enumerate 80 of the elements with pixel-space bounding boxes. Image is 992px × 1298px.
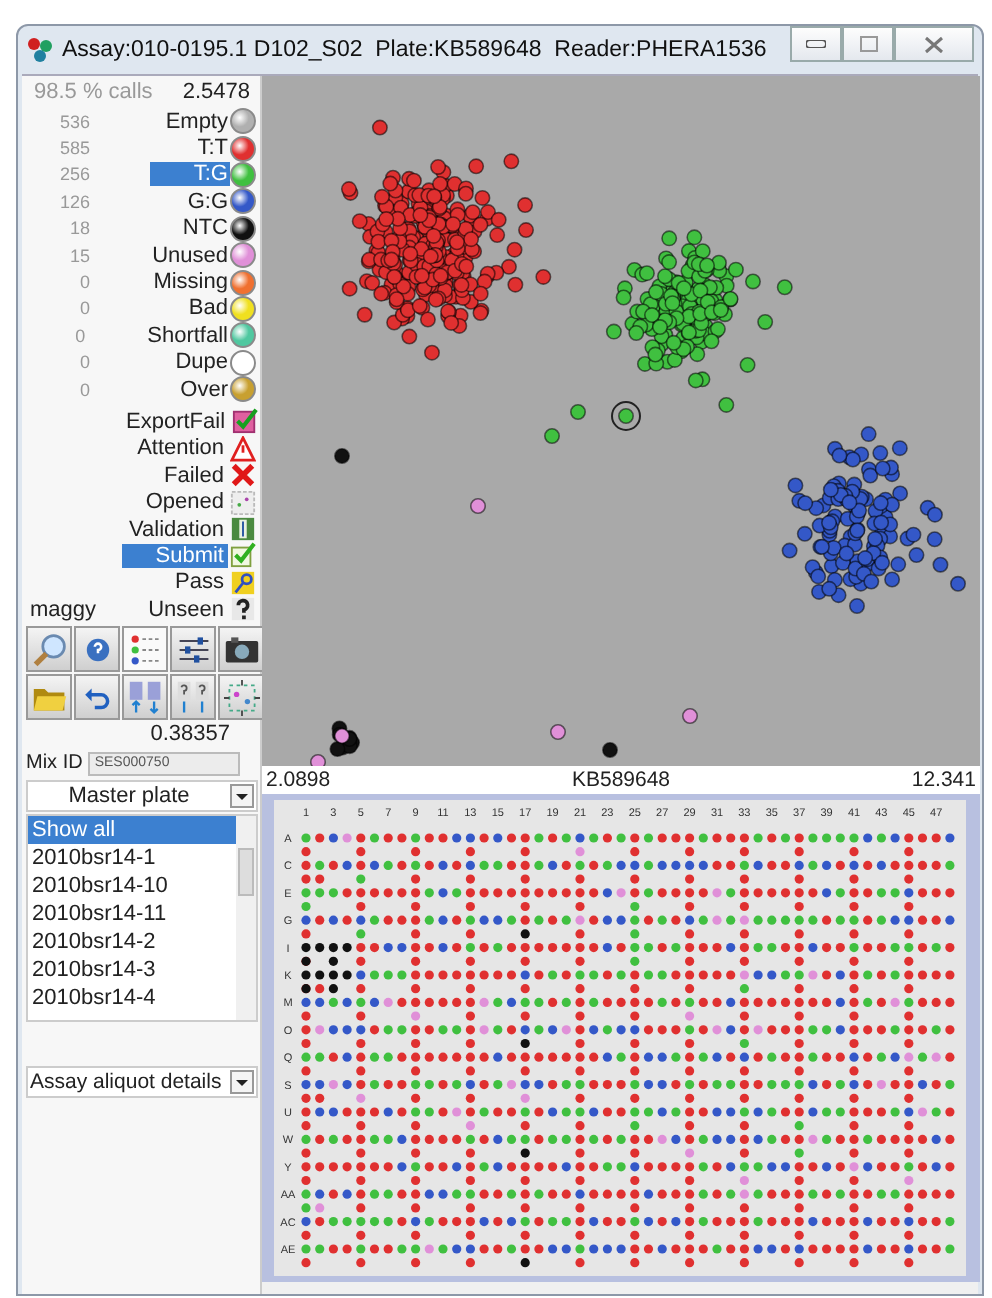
plate-name: KB589648 xyxy=(571,768,671,792)
help-icon xyxy=(81,633,113,666)
y-axis-max: 2.5478 xyxy=(182,80,250,104)
sort-unknown-button[interactable] xyxy=(170,674,216,721)
genotype-count: 0 xyxy=(77,379,90,400)
flag-item[interactable]: Failed xyxy=(122,463,228,488)
flag-item[interactable]: Unseen xyxy=(144,597,228,622)
aliquot-dropdown[interactable]: Assay aliquot details xyxy=(26,1066,258,1099)
genotype-count: 18 xyxy=(67,218,90,239)
close-icon xyxy=(924,35,944,53)
genotype-item[interactable]: Unused xyxy=(150,243,230,268)
camera-icon xyxy=(223,631,259,668)
flag-item[interactable]: Opened xyxy=(122,490,228,515)
cross-icon xyxy=(230,462,256,489)
question-sort-icon xyxy=(175,679,211,716)
x-axis-max: 12.341 xyxy=(911,768,976,792)
check-icon xyxy=(230,542,256,569)
genotype-count: 536 xyxy=(57,111,90,132)
window-title: Assay:010-0195.1 D102_S02 Plate:KB589648 Reader:PHERA1536 xyxy=(62,38,769,62)
open-button[interactable] xyxy=(26,674,72,721)
dot-layout-button[interactable] xyxy=(122,626,168,673)
genotype-count: 0 xyxy=(77,352,90,373)
sliders-icon xyxy=(175,631,211,668)
flag-item[interactable]: Pass xyxy=(122,570,228,595)
camera-button[interactable] xyxy=(218,626,264,673)
scrollbar-thumb[interactable] xyxy=(238,848,254,897)
undo-button[interactable] xyxy=(74,674,120,721)
genotype-item[interactable]: Dupe xyxy=(150,350,230,375)
plate-dropdown[interactable]: Master plate xyxy=(26,780,258,813)
genotype-count: 585 xyxy=(57,138,90,159)
genotype-item[interactable]: T:G xyxy=(150,162,230,187)
select-button[interactable] xyxy=(218,674,264,721)
plate-list-item[interactable]: 2010bsr14-11 xyxy=(28,900,236,929)
x-axis-min: 2.0898 xyxy=(266,768,331,792)
genotype-item[interactable]: T:T xyxy=(150,136,230,161)
plate-list-item[interactable]: 2010bsr14-2 xyxy=(28,928,236,957)
selection-icon xyxy=(223,679,259,716)
flag-item[interactable]: Validation xyxy=(122,517,228,542)
flag-item[interactable]: Submit xyxy=(122,543,228,568)
y-axis-min: 0.38357 xyxy=(148,722,232,751)
genotype-item[interactable]: NTC xyxy=(150,216,230,241)
genotype-item[interactable]: Empty xyxy=(150,109,230,134)
app-icon xyxy=(26,36,54,64)
help-button[interactable] xyxy=(74,626,120,673)
colored-dots-icon xyxy=(127,631,163,668)
plate-list-item[interactable]: Show all xyxy=(28,816,236,845)
close-button[interactable] xyxy=(894,26,974,62)
genotype-item[interactable]: Bad xyxy=(150,296,230,321)
genotype-count: 256 xyxy=(57,164,90,185)
scrollbar[interactable] xyxy=(236,816,256,1021)
genotype-item[interactable]: Shortfall xyxy=(145,323,230,348)
genotype-count: 0 xyxy=(77,272,90,293)
magnifier-icon xyxy=(31,631,67,668)
minimize-icon xyxy=(806,40,826,48)
zoom-button[interactable] xyxy=(26,626,72,673)
maximize-icon xyxy=(859,36,877,52)
mix-id-label: Mix ID xyxy=(26,752,83,775)
plate-list-item[interactable]: 2010bsr14-10 xyxy=(28,872,236,901)
plate-list-item[interactable]: 2010bsr14-1 xyxy=(28,844,236,873)
calls-percentage: 98.5 % calls xyxy=(34,80,153,104)
genotype-item[interactable]: Missing xyxy=(150,270,230,295)
user-name: maggy xyxy=(28,597,97,622)
genotype-count: 0 xyxy=(73,325,86,346)
flag-item[interactable]: ExportFail xyxy=(122,409,230,434)
genotype-item[interactable]: Over xyxy=(150,377,230,402)
sort-button[interactable] xyxy=(122,674,168,721)
plate-list-item[interactable]: 2010bsr14-4 xyxy=(28,984,236,1013)
dotted-box-icon xyxy=(230,489,256,516)
checkbox-flag-icon xyxy=(231,408,258,435)
settings-button[interactable] xyxy=(170,626,216,673)
plate-list-item[interactable]: 2010bsr14-3 xyxy=(28,956,236,985)
minimize-button[interactable] xyxy=(790,26,842,62)
genotype-count: 0 xyxy=(77,298,90,319)
genotype-count: 15 xyxy=(67,245,90,266)
warning-icon xyxy=(230,435,256,462)
question-icon xyxy=(230,596,256,623)
genotype-count: 126 xyxy=(57,191,90,212)
genotype-item[interactable]: G:G xyxy=(150,189,230,214)
sort-bars-icon xyxy=(127,679,163,716)
flag-item[interactable]: Attention xyxy=(122,436,228,461)
